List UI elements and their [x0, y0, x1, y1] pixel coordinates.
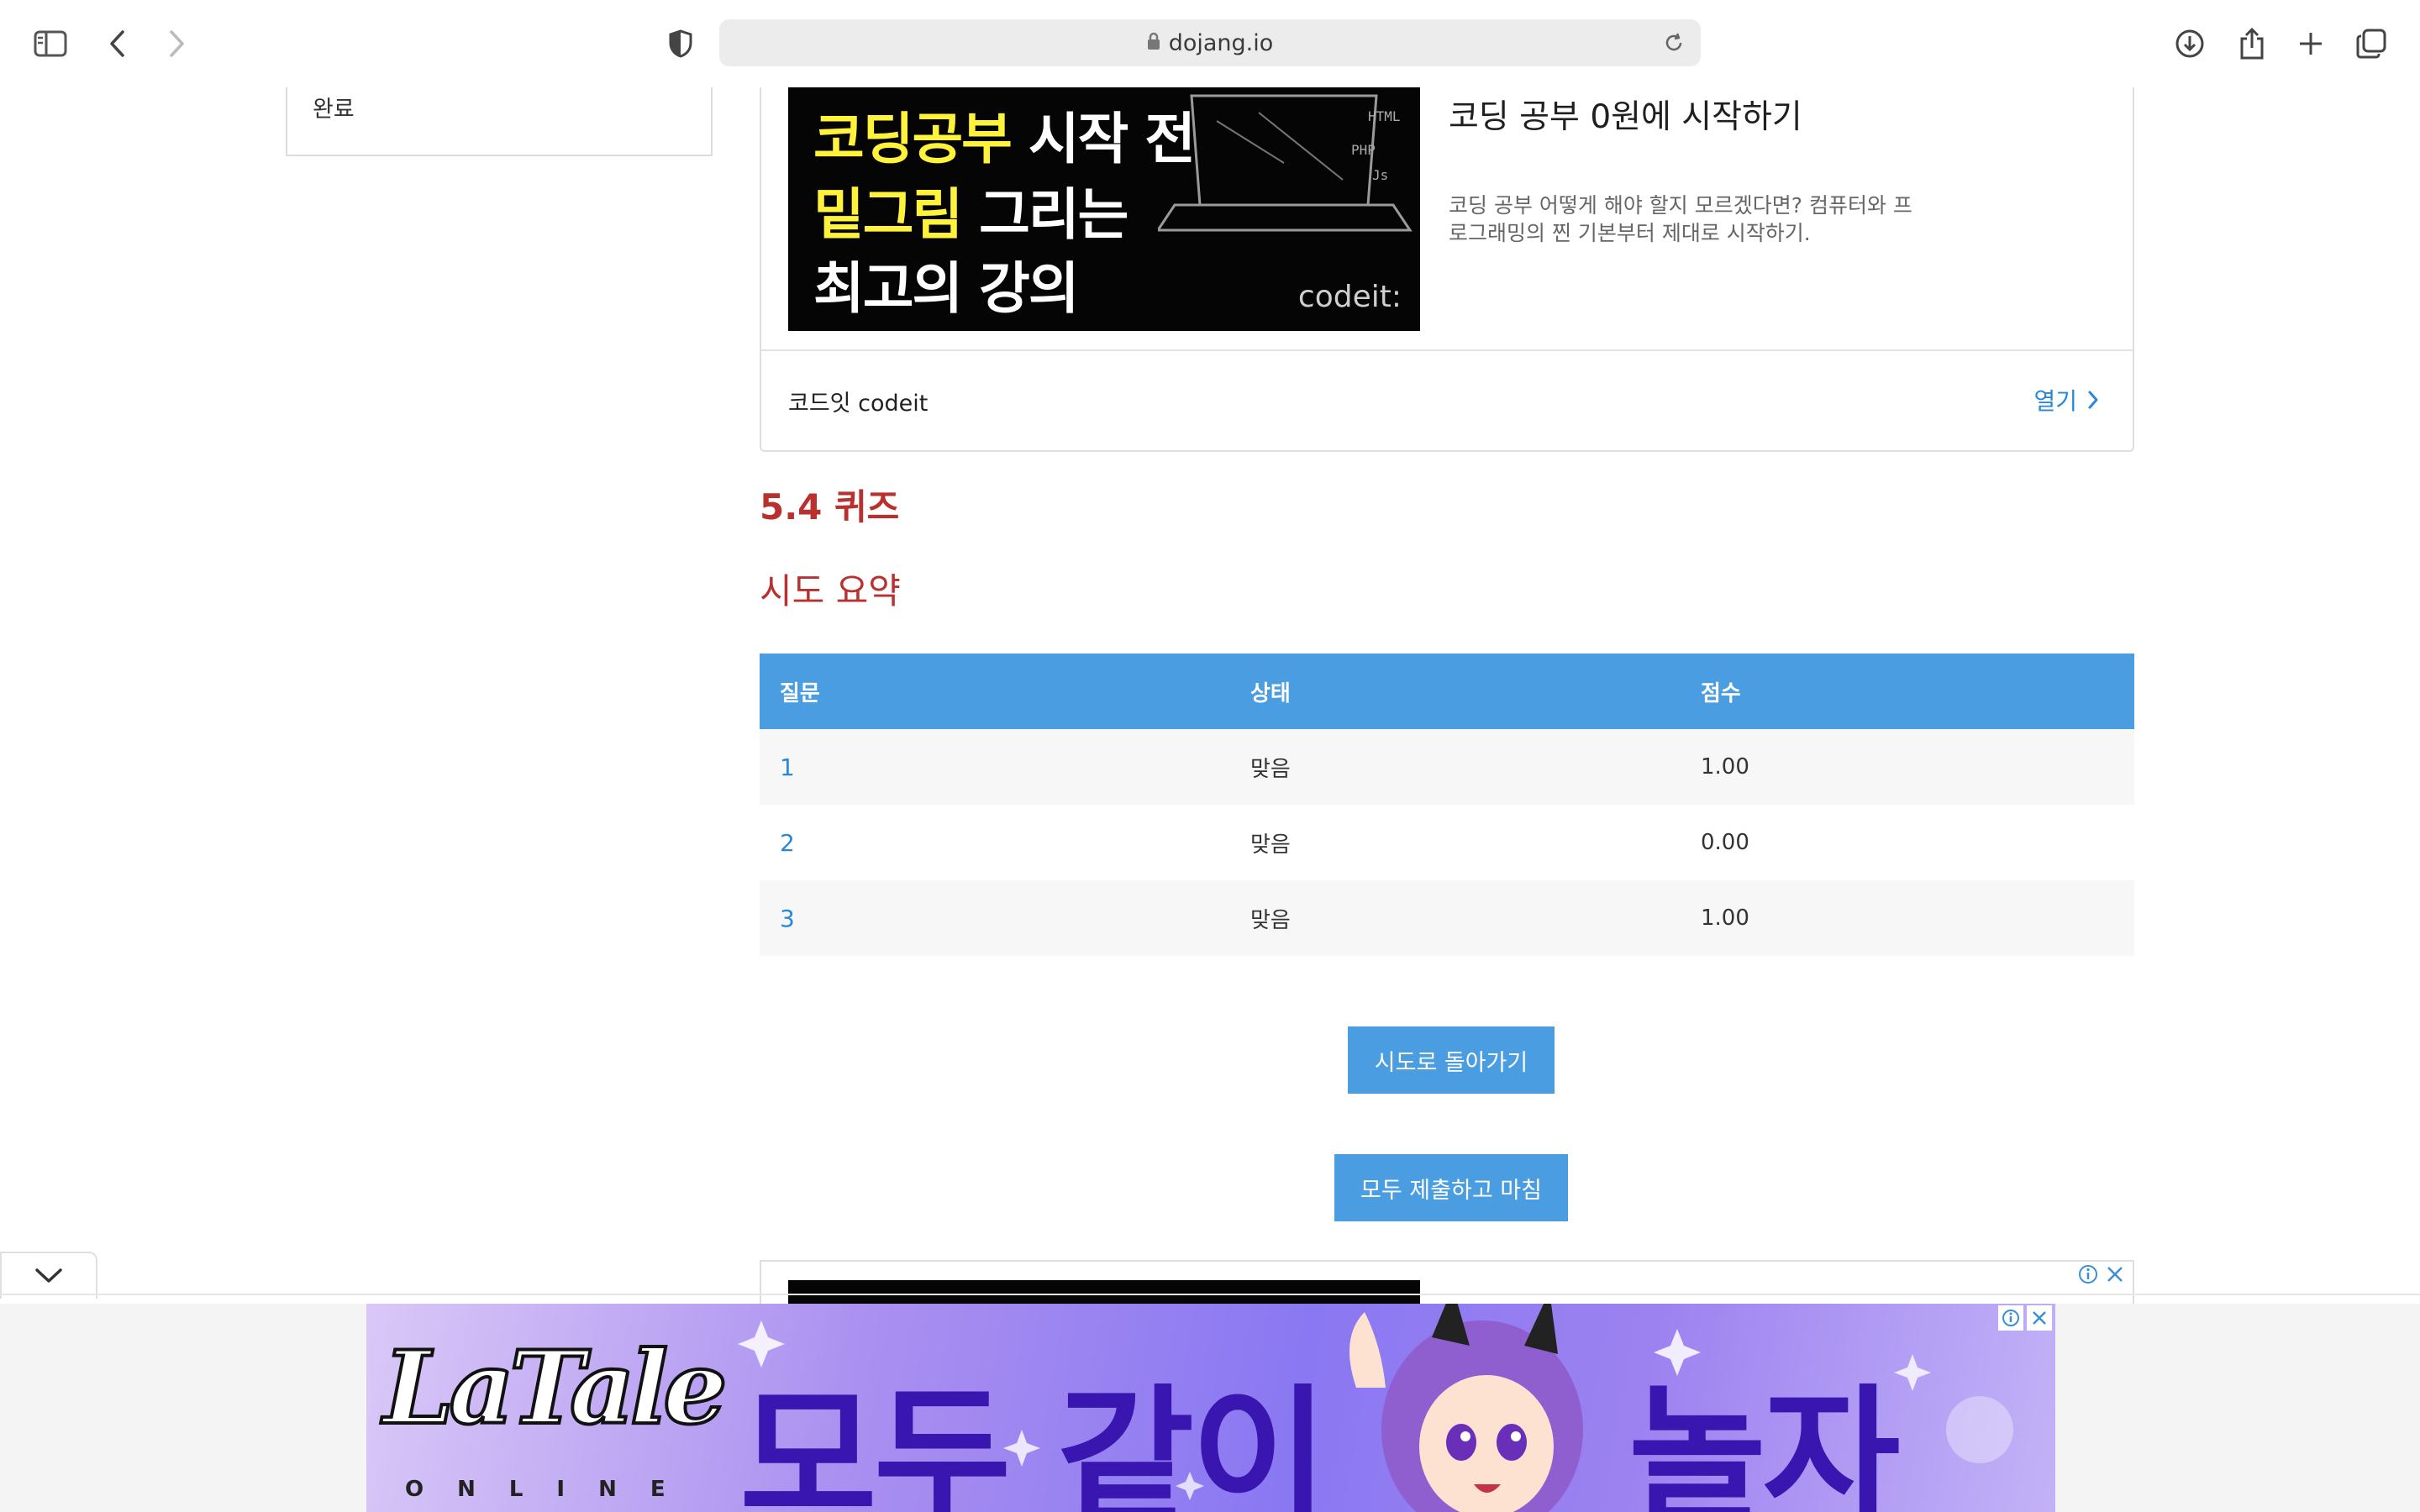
ad-card-partial[interactable]	[760, 1260, 2134, 1304]
column-header-score: 점수	[1681, 654, 2134, 729]
summary-title: 시도 요약	[760, 570, 901, 612]
sidebar-navigation: 완료	[286, 87, 713, 156]
lock-icon	[1147, 30, 1160, 56]
share-icon[interactable]	[2227, 18, 2277, 69]
ad-image[interactable]	[788, 1280, 1420, 1304]
ad-image-brand: codeit:	[1297, 280, 1402, 314]
ad-description: 코딩 공부 어떻게 해야 할지 모르겠다면? 컴퓨터와 프로그래밍의 찐 기본부…	[1449, 193, 1912, 245]
ad-image-text: 밑그림	[813, 182, 963, 247]
ad-image-text: 코딩공부	[813, 107, 1013, 171]
ad-info-icon[interactable]	[2077, 1263, 2099, 1285]
score-cell: 1.00	[1681, 729, 2134, 805]
forward-icon[interactable]	[151, 18, 202, 69]
banner-info-icon[interactable]	[1998, 1305, 2023, 1331]
attempt-summary-table: 질문 상태 점수 1 맞음 1.00 2 맞음 0.00 3 맞음 1.00	[760, 654, 2134, 956]
score-cell: 0.00	[1681, 805, 2134, 880]
address-bar[interactable]: dojang.io	[719, 19, 1701, 66]
submit-all-button[interactable]: 모두 제출하고 마침	[1334, 1154, 1568, 1221]
table-header-row: 질문 상태 점수	[760, 654, 2134, 729]
banner-headline-right: 놀자	[1628, 1371, 1901, 1512]
ad-divider	[761, 349, 2133, 351]
downloads-icon[interactable]	[2165, 18, 2215, 69]
anime-character-illustration-icon	[1349, 1304, 1583, 1512]
section-title: 5.4 퀴즈	[760, 486, 900, 528]
status-cell: 맞음	[1230, 880, 1681, 956]
ad-advertiser: 코드잇 codeit	[788, 391, 929, 417]
ad-close-icon[interactable]	[2104, 1263, 2126, 1285]
ad-title[interactable]: 코딩 공부 0원에 시작하기	[1449, 91, 1802, 138]
new-tab-icon[interactable]	[2286, 18, 2336, 69]
svg-text:PHP: PHP	[1351, 142, 1376, 158]
question-link[interactable]: 3	[760, 880, 1230, 956]
browser-toolbar: dojang.io	[0, 0, 2420, 87]
question-link[interactable]: 1	[760, 729, 1230, 805]
column-header-question: 질문	[760, 654, 1230, 729]
reload-icon[interactable]	[1659, 28, 1689, 58]
ad-image-text: 시작 전	[1010, 107, 1196, 171]
ad-image-text: 그리는	[961, 182, 1128, 247]
latale-logo-sub: ONLINE	[405, 1477, 699, 1502]
bottom-banner-ad[interactable]: LaTale ONLINE 모두 같이 놀자	[366, 1304, 2055, 1512]
sidebar-item-label[interactable]: 완료	[313, 91, 355, 123]
back-icon[interactable]	[92, 18, 143, 69]
ad-image-text: 최고의 강의	[813, 256, 1080, 321]
banner-collapse-button[interactable]	[0, 1252, 97, 1299]
ad-open-link[interactable]: 열기	[2033, 383, 2099, 417]
table-row: 3 맞음 1.00	[760, 880, 2134, 956]
status-cell: 맞음	[1230, 729, 1681, 805]
banner-headline-left: 모두 같이	[739, 1371, 1328, 1512]
table-row: 2 맞음 0.00	[760, 805, 2134, 880]
status-cell: 맞음	[1230, 805, 1681, 880]
ad-card[interactable]: HTML PHP Js 코딩공부 시작 전 밑그림 그리는 최고의 강의 cod…	[760, 87, 2134, 452]
banner-divider	[0, 1294, 2420, 1295]
chevron-down-icon	[35, 1268, 62, 1283]
banner-close-icon[interactable]	[2027, 1305, 2052, 1331]
privacy-shield-icon[interactable]	[655, 18, 706, 69]
svg-text:Js: Js	[1372, 167, 1388, 183]
latale-logo: LaTale	[381, 1327, 729, 1449]
table-row: 1 맞음 1.00	[760, 729, 2134, 805]
url-text: dojang.io	[1168, 29, 1274, 56]
ad-image[interactable]: HTML PHP Js 코딩공부 시작 전 밑그림 그리는 최고의 강의 cod…	[788, 87, 1420, 331]
tab-overview-icon[interactable]	[2346, 18, 2396, 69]
chevron-right-icon	[2088, 391, 2098, 409]
question-link[interactable]: 2	[760, 805, 1230, 880]
column-header-status: 상태	[1230, 654, 1681, 729]
back-to-attempt-button[interactable]: 시도로 돌아가기	[1348, 1026, 1555, 1094]
svg-text:HTML: HTML	[1368, 108, 1401, 124]
score-cell: 1.00	[1681, 880, 2134, 956]
laptop-illustration-icon: HTML PHP Js	[1158, 94, 1413, 232]
sidebar-toggle-icon[interactable]	[25, 18, 76, 69]
ad-open-label: 열기	[2033, 387, 2077, 415]
